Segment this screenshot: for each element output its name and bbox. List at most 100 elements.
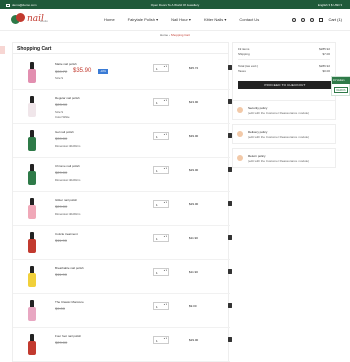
line-total: $11.90 <box>189 236 198 240</box>
side-tab[interactable] <box>0 46 5 54</box>
breadcrumb-home[interactable]: Home <box>160 33 168 37</box>
product-price: $29.00 <box>55 204 68 209</box>
cart-row: Gel nail polish $39.00 Dimension:40x60cm 1 ▴… <box>13 123 232 158</box>
quantity-value[interactable]: 1 <box>156 237 158 241</box>
stepper-arrows-icon[interactable]: ▴ ▾ <box>164 235 167 239</box>
quantity-stepper[interactable]: 1 ▴ ▾ <box>153 98 169 106</box>
cart-title: Shopping Cart <box>17 46 52 52</box>
policy-desc: (edit with the Customer Reassurance modu… <box>248 159 310 163</box>
delivery-policy: Delivery policy (edit with the Customer … <box>232 124 336 144</box>
nav-kitter-nails[interactable]: Kitter Nails ▾ <box>204 17 226 22</box>
product-thumbnail[interactable] <box>21 231 43 255</box>
stepper-arrows-icon[interactable]: ▴ ▾ <box>164 65 167 69</box>
divider <box>13 53 228 54</box>
policy-desc: (edit with the Customer Reassurance modu… <box>248 135 310 139</box>
nav-fairytale-polish[interactable]: Fairytale Polish ▾ <box>128 17 158 22</box>
stepper-arrows-icon[interactable]: ▴ ▾ <box>164 303 167 307</box>
visitors-label: 19 Visitors <box>332 77 350 84</box>
stepper-arrows-icon[interactable]: ▴ ▾ <box>164 201 167 205</box>
line-total: $35.72 <box>189 66 199 70</box>
quantity-stepper[interactable]: 1 ▴ ▾ <box>153 336 169 344</box>
user-icon[interactable] <box>301 17 306 22</box>
logo-mark-red <box>16 13 25 22</box>
trash-icon[interactable] <box>228 303 232 308</box>
stepper-arrows-icon[interactable]: ▴ ▾ <box>164 269 167 273</box>
nav-nail-hour[interactable]: Nail Hour ▾ <box>171 17 191 22</box>
stepper-arrows-icon[interactable]: ▴ ▾ <box>164 167 167 171</box>
search-icon[interactable] <box>292 17 297 22</box>
quantity-stepper[interactable]: 1 ▴ ▾ <box>153 302 169 310</box>
product-price: $29.00 <box>55 170 68 175</box>
product-price: $29.00 <box>55 340 68 345</box>
security-policy: Security policy (edit with the Customer … <box>232 100 336 120</box>
product-thumbnail[interactable] <box>21 333 43 357</box>
cart-count[interactable]: Cart (1) <box>328 17 342 22</box>
quantity-stepper[interactable]: 1 ▴ ▾ <box>153 64 169 72</box>
line-total: $29.00 <box>189 202 199 206</box>
product-name[interactable]: Four foot nail polish <box>55 334 81 338</box>
quantity-stepper[interactable]: 1 ▴ ▾ <box>153 200 169 208</box>
discount-badge: -10% <box>98 69 108 74</box>
product-thumbnail[interactable] <box>21 95 43 119</box>
product-attribute: Size:S <box>55 110 64 114</box>
stepper-arrows-icon[interactable]: ▴ ▾ <box>164 337 167 341</box>
quantity-value[interactable]: 1 <box>156 169 158 173</box>
quantity-value[interactable]: 1 <box>156 339 158 343</box>
trash-icon[interactable] <box>228 337 232 342</box>
site-logo[interactable]: nail studio <box>11 12 48 27</box>
quantity-stepper[interactable]: 1 ▴ ▾ <box>153 268 169 276</box>
product-attribute: Color:White <box>55 115 70 119</box>
product-name[interactable]: Gel nail polish <box>55 130 74 134</box>
return-policy: Return policy (edit with the Customer Re… <box>232 148 336 168</box>
product-thumbnail[interactable] <box>21 61 43 85</box>
return-icon <box>237 155 243 161</box>
line-total: $29.00 <box>189 168 199 172</box>
quantity-stepper[interactable]: 1 ▴ ▾ <box>153 166 169 174</box>
product-name[interactable]: Regular nail polish <box>55 96 80 100</box>
product-thumbnail[interactable] <box>21 265 43 289</box>
top-bar: demo@demo.com Open Doors To A World Of J… <box>0 0 350 9</box>
stepper-arrows-icon[interactable]: ▴ ▾ <box>164 99 167 103</box>
trash-icon[interactable] <box>228 201 232 206</box>
demos-button[interactable]: DEMOS <box>334 87 348 93</box>
product-thumbnail[interactable] <box>21 299 43 323</box>
summary-items-value: $285.92 <box>319 47 330 51</box>
main-nav: Home Fairytale Polish ▾ Nail Hour ▾ Kitt… <box>104 17 259 22</box>
product-thumbnail[interactable] <box>21 129 43 153</box>
product-name[interactable]: Chrome nail polish <box>55 164 80 168</box>
quantity-value[interactable]: 1 <box>156 305 158 309</box>
checkout-button[interactable]: PROCEED TO CHECKOUT <box>238 81 332 89</box>
quantity-value[interactable]: 1 <box>156 135 158 139</box>
lang-currency-selector[interactable]: English ▾ $ USD ▾ <box>318 3 342 7</box>
product-name[interactable]: Glitter nail polish <box>55 198 77 202</box>
quantity-value[interactable]: 1 <box>156 67 158 71</box>
bottle-body <box>28 273 36 287</box>
nav-home[interactable]: Home <box>104 17 115 22</box>
breadcrumb-current: Shopping Cart <box>170 33 190 37</box>
product-name[interactable]: Cuticle treatment <box>55 232 78 236</box>
product-name[interactable]: Matte nail polish <box>55 62 77 66</box>
quantity-value[interactable]: 1 <box>156 101 158 105</box>
quantity-stepper[interactable]: 1 ▴ ▾ <box>153 132 169 140</box>
product-thumbnail[interactable] <box>21 163 43 187</box>
shield-icon <box>237 107 243 113</box>
header-icons: Cart (1) <box>292 17 342 22</box>
quantity-value[interactable]: 1 <box>156 203 158 207</box>
product-name[interactable]: Breathable nail polish <box>55 266 84 270</box>
cart-icon[interactable] <box>319 17 324 22</box>
heart-icon[interactable] <box>310 17 315 22</box>
product-attribute: Dimension:40x60cm <box>55 144 81 148</box>
quantity-stepper[interactable]: 1 ▴ ▾ <box>153 234 169 242</box>
trash-icon[interactable] <box>228 269 232 274</box>
product-thumbnail[interactable] <box>21 197 43 221</box>
nav-contact-us[interactable]: Contact Us <box>239 17 259 22</box>
divider <box>238 59 330 60</box>
line-total: $39.00 <box>189 134 199 138</box>
summary-taxes-value: $0.00 <box>322 69 330 73</box>
product-price: $39.00 <box>55 136 68 141</box>
trash-icon[interactable] <box>228 235 232 240</box>
product-name[interactable]: The Classic Manicure <box>55 300 84 304</box>
stepper-arrows-icon[interactable]: ▴ ▾ <box>164 133 167 137</box>
product-price: $9.00 <box>55 306 66 311</box>
quantity-value[interactable]: 1 <box>156 271 158 275</box>
